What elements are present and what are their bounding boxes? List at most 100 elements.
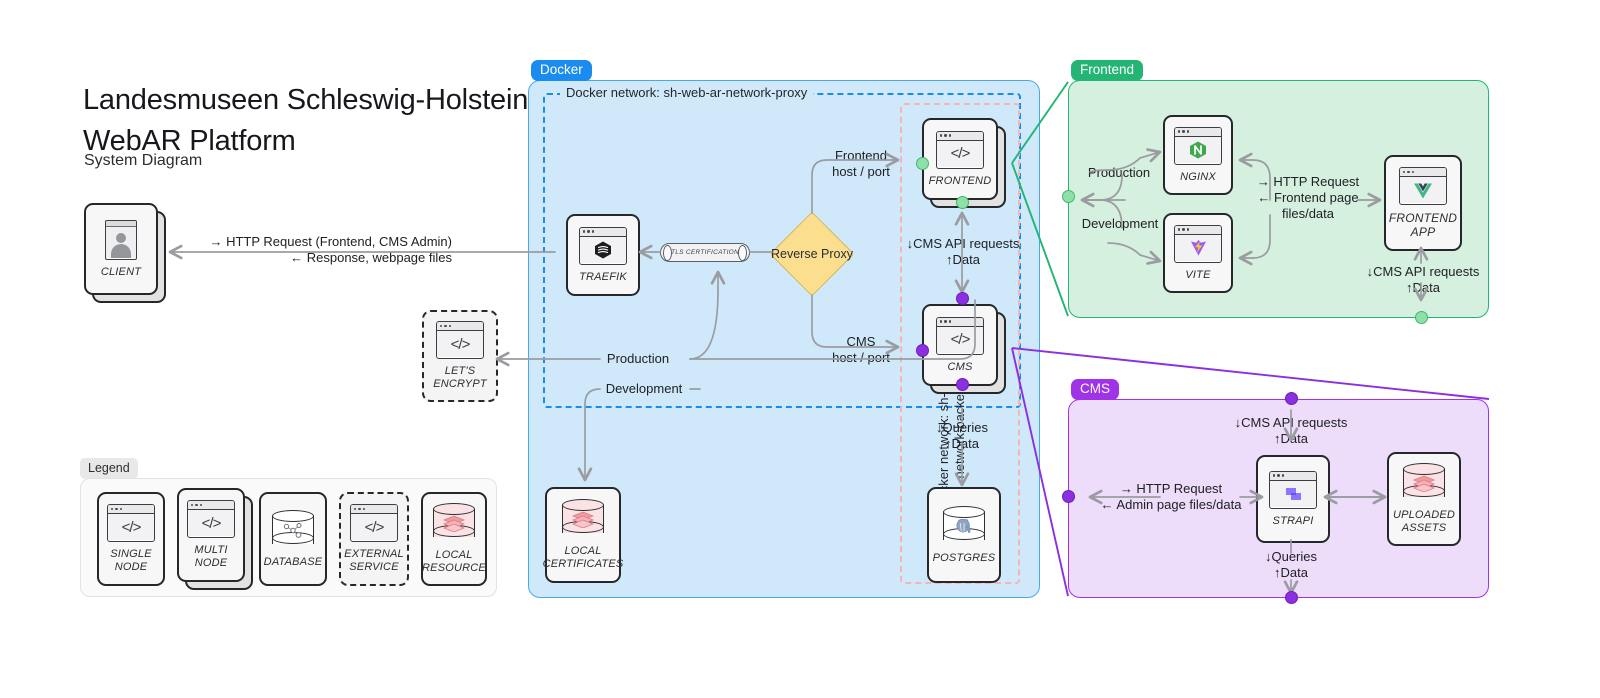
code-window-icon: </> <box>936 316 984 355</box>
graph-glyph <box>283 522 302 538</box>
node-uploaded-assets[interactable]: UPLOADED ASSETS <box>1387 452 1461 546</box>
node-nginx[interactable]: NGINX <box>1163 115 1233 195</box>
edge-label-client-traefik: → HTTP Request (Frontend, CMS Admin) ← R… <box>209 234 452 265</box>
traefik-icon <box>579 226 627 265</box>
node-label: MULTI NODE <box>194 544 228 569</box>
node-card: </> MULTI NODE <box>177 488 245 582</box>
cms-group-dot-top <box>1285 392 1298 405</box>
code-window-icon: </> <box>436 321 484 359</box>
stack-glyph <box>442 515 466 533</box>
postgres-icon <box>943 505 985 546</box>
node-label: VITE <box>1185 268 1211 281</box>
edge-label-cms-api-frontend: ↓CMS API requests ↑Data <box>1366 264 1480 295</box>
node-client[interactable]: CLIENT <box>84 203 166 303</box>
node-reverse-proxy[interactable]: Reverse Proxy <box>769 211 855 297</box>
vue-icon <box>1399 167 1447 205</box>
strapi-icon <box>1269 470 1317 509</box>
cms-group-dot-left <box>1062 490 1075 503</box>
frontend-port-dot-left <box>916 157 929 170</box>
vue-glyph <box>1414 183 1432 198</box>
node-frontend-app[interactable]: FRONTEND APP <box>1384 155 1462 251</box>
code-window-icon: </> <box>107 504 155 542</box>
node-card: </> CMS <box>922 304 998 386</box>
vite-icon <box>1174 224 1222 263</box>
local-resource-icon <box>562 499 604 539</box>
node-card: </> EXTERNAL SERVICE <box>339 492 409 586</box>
edge-label-cms-api-cms: ↓CMS API requests ↑Data <box>1234 415 1348 446</box>
legend-box: </> SINGLE NODE </> MULTI NODE DATABASE … <box>80 478 497 597</box>
edge-label-production-docker: Production <box>606 351 670 366</box>
node-label: UPLOADED ASSETS <box>1392 509 1456 534</box>
node-card: </> LET'S ENCRYPT <box>422 310 498 402</box>
node-vite[interactable]: VITE <box>1163 213 1233 293</box>
nginx-glyph <box>1190 141 1206 158</box>
cms-port-dot-top <box>956 292 969 305</box>
node-card: STRAPI <box>1256 455 1330 543</box>
code-window-icon: </> <box>187 500 235 538</box>
node-card: LOCAL RESOURCE <box>421 492 487 586</box>
database-icon <box>272 509 314 550</box>
local-resource-icon <box>1403 463 1445 503</box>
node-label: LOCAL CERTIFICATES <box>542 545 624 570</box>
group-label-cms: CMS <box>1071 379 1119 400</box>
edge-label-http-cms: → HTTP Request ← Admin page files/data <box>1100 481 1242 512</box>
node-card: </> SINGLE NODE <box>97 492 165 586</box>
node-card: </> FRONTEND <box>922 118 998 200</box>
group-label-docker: Docker <box>531 60 592 81</box>
stack-glyph <box>571 511 595 529</box>
legend-item-external-service: </> EXTERNAL SERVICE <box>339 492 409 586</box>
node-label: CMS <box>947 360 973 373</box>
node-card: LOCAL CERTIFICATES <box>542 487 624 583</box>
node-label: SINGLE NODE <box>110 548 152 573</box>
node-label: FRONTEND APP <box>1388 211 1458 239</box>
frontend-group-dot-bottom <box>1415 311 1428 324</box>
node-label: LET'S ENCRYPT <box>433 365 487 390</box>
avatar-icon <box>105 219 137 260</box>
node-frontend[interactable]: </> FRONTEND <box>922 118 1006 208</box>
node-postgres[interactable]: POSTGRES <box>927 487 1001 583</box>
node-cms[interactable]: </> CMS <box>922 304 1006 394</box>
node-label: TLS CERTIFICATION <box>670 249 740 256</box>
group-label-frontend: Frontend <box>1071 60 1144 81</box>
stack-glyph <box>1412 475 1436 493</box>
strapi-glyph <box>1286 487 1301 500</box>
node-label: Reverse Proxy <box>771 246 853 261</box>
node-strapi[interactable]: STRAPI <box>1256 455 1330 543</box>
node-label: EXTERNAL SERVICE <box>344 548 404 573</box>
node-lets-encrypt[interactable]: </> LET'S ENCRYPT <box>422 310 498 402</box>
node-card: NGINX <box>1163 115 1233 195</box>
edge-label-queries-cms: ↓Queries ↑Data <box>1264 549 1318 580</box>
system-diagram-canvas: Landesmuseen Schleswig-Holstein WebAR Pl… <box>0 0 1600 698</box>
node-local-certificates[interactable]: LOCAL CERTIFICATES <box>543 487 623 583</box>
node-label: DATABASE <box>263 555 323 568</box>
traefik-glyph <box>595 241 611 258</box>
edge-label-queries-docker: ↓Queries ↑Data <box>935 420 989 451</box>
cms-group-dot-bottom <box>1285 591 1298 604</box>
node-label: STRAPI <box>1272 514 1314 527</box>
code-window-icon: </> <box>350 504 398 542</box>
legend-item-local-resource: LOCAL RESOURCE <box>421 492 487 586</box>
elephant-glyph <box>956 518 971 533</box>
edge-label-http-frontend: → HTTP Request ← Frontend page files/dat… <box>1256 174 1360 221</box>
node-traefik[interactable]: TRAEFIK <box>566 214 640 296</box>
docker-network-proxy-label: Docker network: sh-web-ar-network-proxy <box>560 85 814 100</box>
edge-label-production-frontend: Production <box>1087 165 1151 180</box>
node-label: CLIENT <box>100 265 142 278</box>
node-card: UPLOADED ASSETS <box>1387 452 1461 546</box>
node-tls-certification[interactable]: TLS CERTIFICATION <box>660 243 750 262</box>
page-subtitle: System Diagram <box>84 152 203 169</box>
frontend-group-dot-left <box>1062 190 1075 203</box>
frontend-port-dot-bottom <box>956 196 969 209</box>
legend-item-multi-node: </> MULTI NODE <box>177 488 253 590</box>
node-label: LOCAL RESOURCE <box>422 549 486 574</box>
edge-label-frontend-hostport: Frontend host / port <box>832 148 890 179</box>
node-card: FRONTEND APP <box>1384 155 1462 251</box>
node-label: POSTGRES <box>932 551 996 564</box>
legend-label: Legend <box>80 458 138 479</box>
cms-port-dot-left <box>916 344 929 357</box>
node-card: TRAEFIK <box>566 214 640 296</box>
code-window-icon: </> <box>936 130 984 169</box>
edge-label-cms-hostport: CMS host / port <box>832 334 890 365</box>
legend-item-single-node: </> SINGLE NODE <box>97 492 165 586</box>
node-card: CLIENT <box>84 203 158 295</box>
